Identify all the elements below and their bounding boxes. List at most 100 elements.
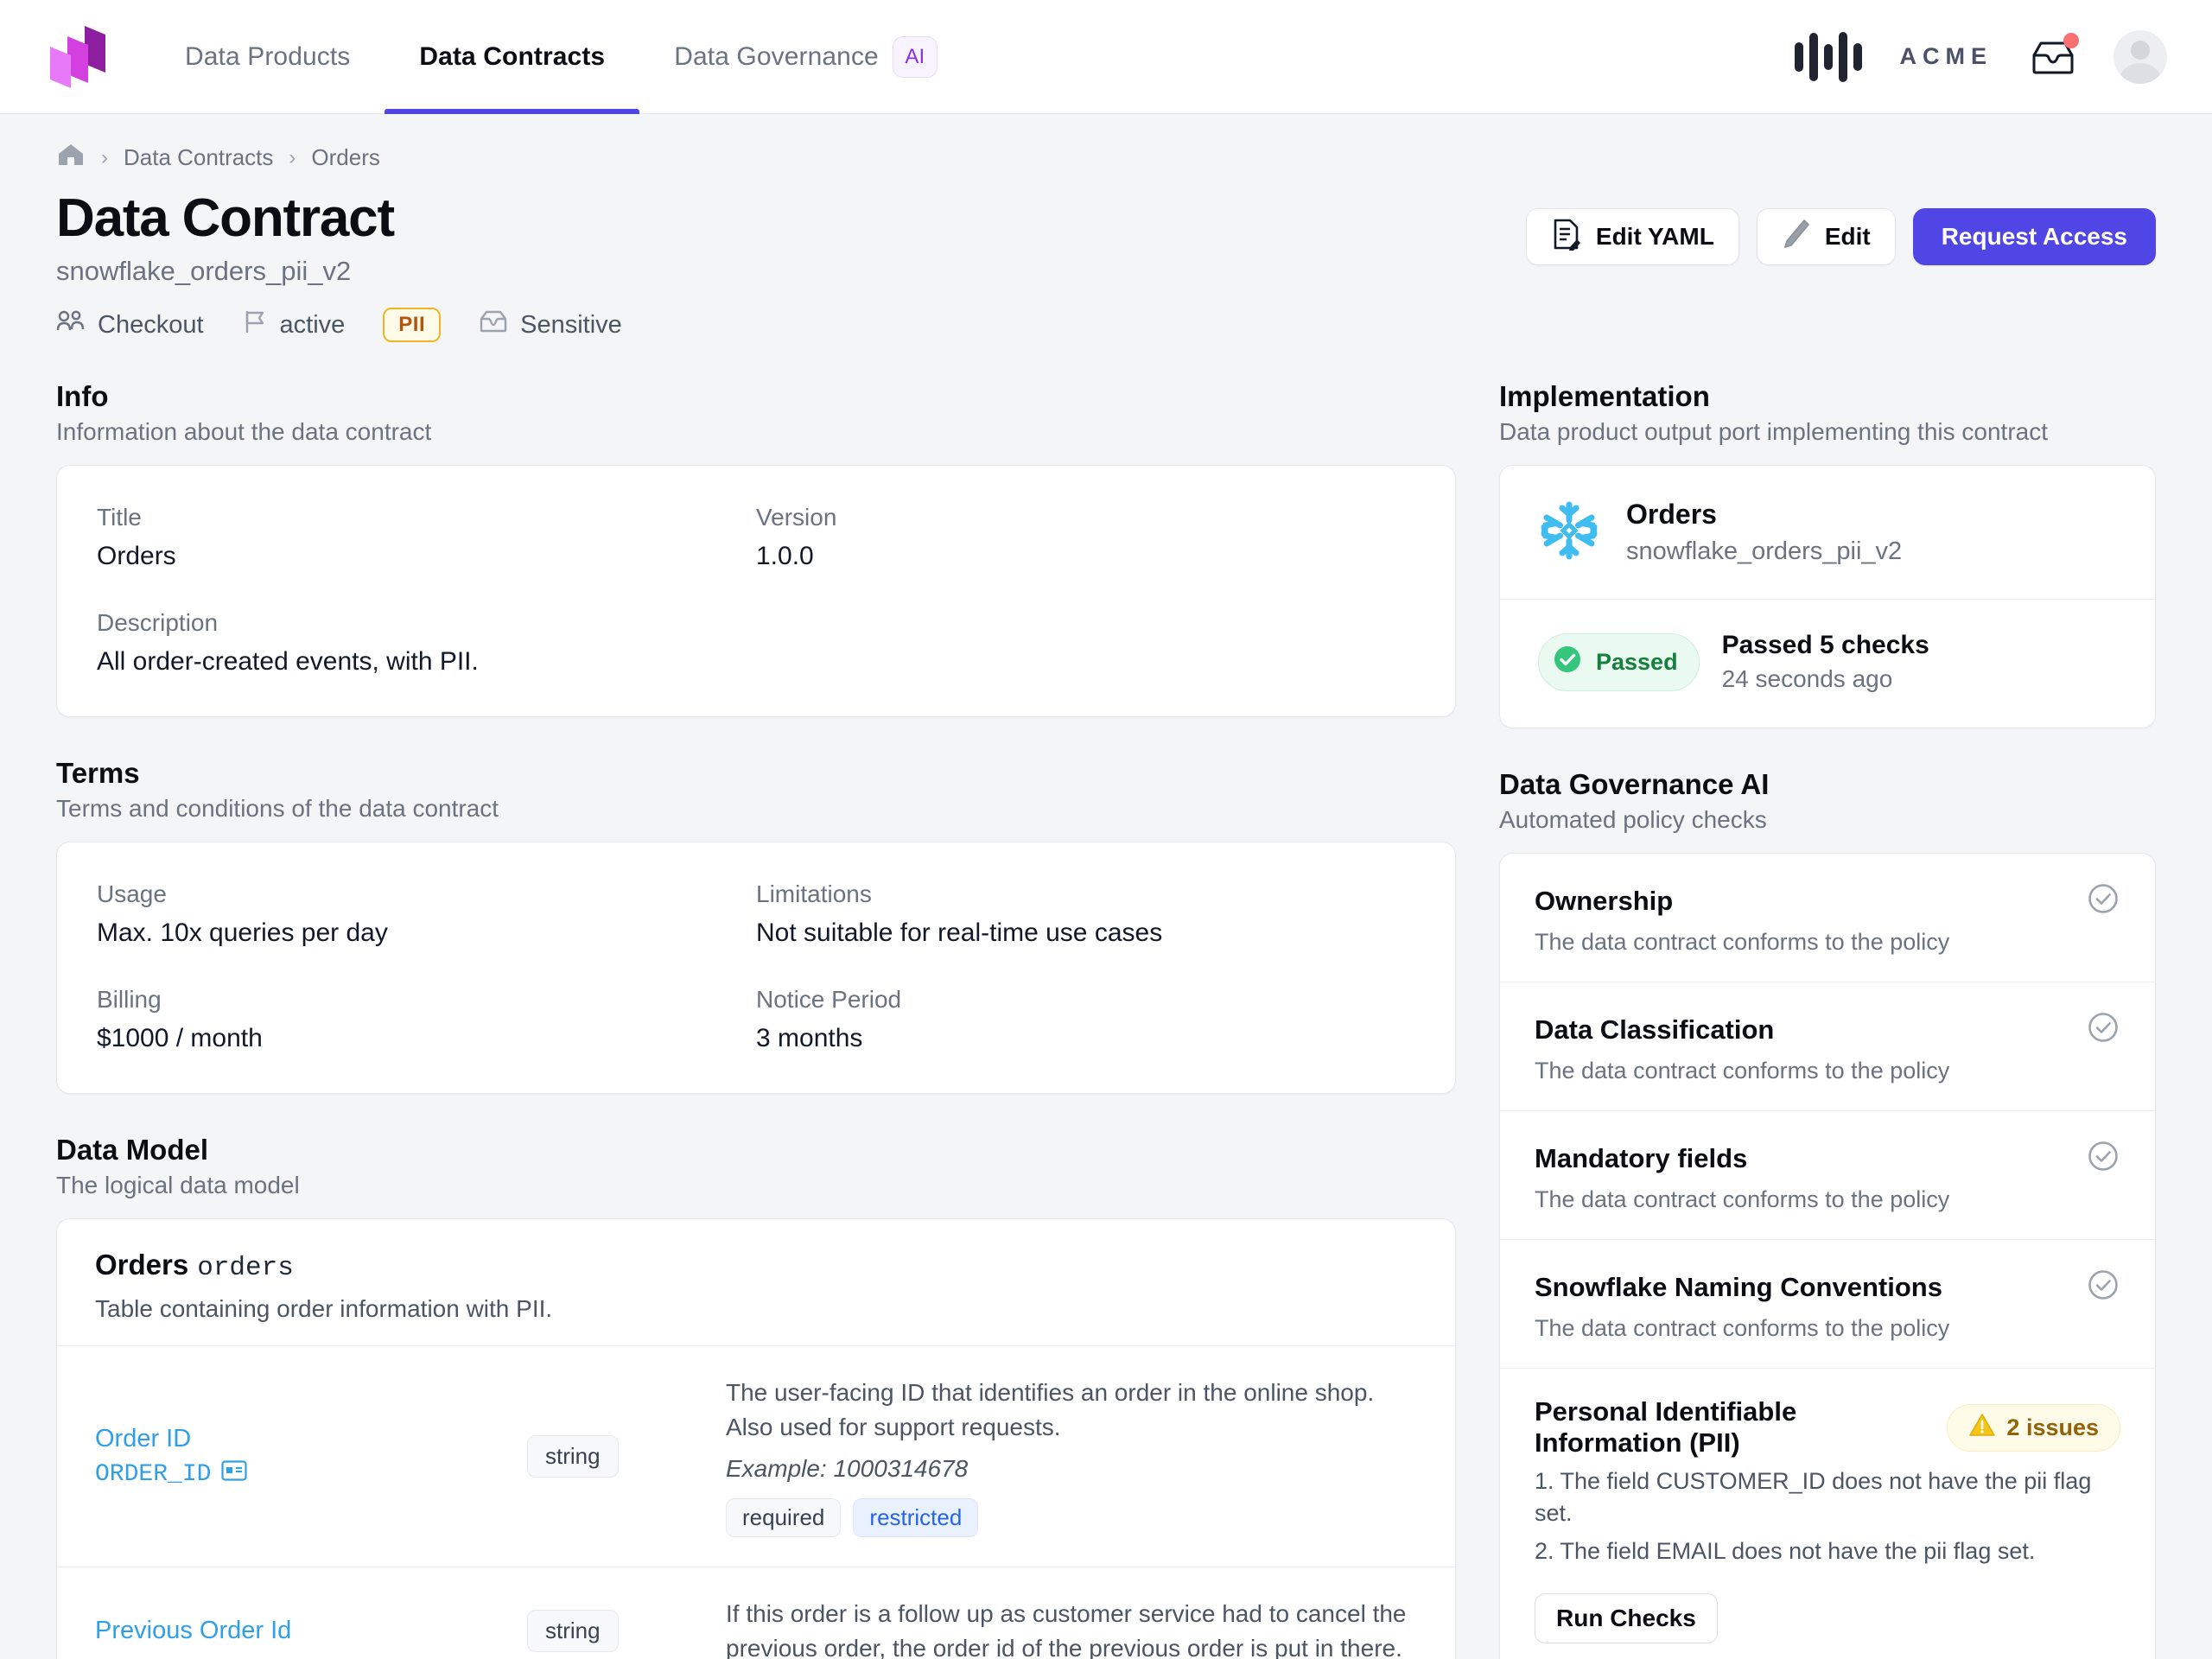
field-name-cell: Order ID ORDER_ID	[95, 1376, 501, 1537]
check-circle-icon	[2086, 1268, 2120, 1306]
field-value: All order-created events, with PII.	[97, 647, 479, 677]
check-name: Snowflake Naming Conventions	[1535, 1271, 1942, 1302]
implementation-section-title: Implementation	[1499, 380, 1710, 413]
run-checks-button[interactable]: Run Checks	[1535, 1592, 1718, 1643]
people-icon	[56, 310, 86, 340]
check-circle-filled-icon	[1551, 643, 1584, 682]
governance-check-mandatory-fields[interactable]: Mandatory fields The data contract confo…	[1500, 1111, 2155, 1241]
breadcrumb-item-orders[interactable]: Orders	[311, 144, 379, 171]
nav-item-data-contracts[interactable]: Data Contracts	[385, 0, 640, 114]
left-column: Info Information about the data contract…	[56, 380, 1456, 1659]
implementation-card: Orders snowflake_orders_pii_v2 Passed Pa…	[1499, 465, 2156, 729]
terms-section-title: Terms	[56, 757, 140, 790]
snowflake-icon	[1538, 499, 1600, 566]
sensitivity-label: Sensitive	[520, 310, 622, 339]
field-type-cell: string	[527, 1597, 700, 1659]
inbox-icon[interactable]	[2031, 32, 2079, 76]
check-header: Snowflake Naming Conventions	[1535, 1268, 2120, 1306]
edit-label: Edit	[1824, 223, 1871, 250]
breadcrumb: › Data Contracts › Orders	[56, 142, 2156, 174]
check-header: Personal Identifiable Information (PII)	[1535, 1396, 2120, 1459]
top-navigation-bar: Data Products Data Contracts Data Govern…	[0, 0, 2212, 114]
check-circle-icon	[2086, 1010, 2120, 1049]
check-header: Ownership	[1535, 881, 2120, 920]
info-fields: Title Orders Version 1.0.0 Description A…	[57, 466, 1455, 716]
field-label: Description	[97, 609, 219, 637]
checks-status: Passed Passed 5 checks 24 seconds ago	[1500, 600, 2155, 728]
terms-section: Terms Terms and conditions of the data c…	[56, 757, 1456, 1095]
field-label: Billing	[97, 986, 162, 1014]
logo-icon[interactable]	[45, 22, 111, 92]
nav-item-data-products[interactable]: Data Products	[150, 0, 385, 114]
data-model-card: Orders orders Table containing order info…	[56, 1218, 1456, 1659]
breadcrumb-separator: ›	[101, 145, 108, 169]
field-name-cell: Previous Order Id	[95, 1597, 501, 1659]
avatar-head	[2131, 40, 2150, 60]
status-badge-pii: PII	[383, 308, 442, 343]
home-icon[interactable]	[56, 142, 86, 174]
info-card: Title Orders Version 1.0.0 Description A…	[56, 465, 1456, 718]
table-row[interactable]: Previous Order Id string If this order i…	[57, 1567, 1455, 1659]
ai-badge: AI	[892, 35, 938, 78]
soundwave-icon	[1794, 31, 1862, 82]
nav-item-data-governance[interactable]: Data Governance AI	[639, 0, 972, 114]
request-access-button[interactable]: Request Access	[1912, 208, 2156, 265]
page-title: Data Contract	[56, 188, 395, 248]
breadcrumb-item-data-contracts[interactable]: Data Contracts	[124, 144, 273, 171]
nav-label: Data Governance	[674, 41, 879, 71]
edit-button[interactable]: Edit	[1756, 208, 1896, 265]
output-port[interactable]: Orders snowflake_orders_pii_v2	[1500, 466, 2155, 601]
governance-check-data-classification[interactable]: Data Classification The data contract co…	[1500, 982, 2155, 1112]
check-name: Mandatory fields	[1535, 1142, 1748, 1173]
governance-check-pii[interactable]: Personal Identifiable Information (PII)	[1500, 1369, 2155, 1659]
team-label: Checkout	[98, 310, 204, 339]
field-tags: required restricted	[726, 1497, 1417, 1537]
request-access-label: Request Access	[1941, 223, 2127, 250]
notification-dot	[2063, 32, 2079, 48]
field-type-pill: string	[527, 1610, 619, 1653]
pencil-icon	[1782, 219, 1811, 256]
governance-check-ownership[interactable]: Ownership The data contract conforms to …	[1500, 854, 2155, 983]
main-nav: Data Products Data Contracts Data Govern…	[150, 0, 972, 114]
check-header: Mandatory fields	[1535, 1139, 2120, 1178]
field-value: Not suitable for real-time use cases	[756, 918, 1163, 948]
page-subtitle: snowflake_orders_pii_v2	[56, 256, 352, 287]
terms-field-billing: Billing $1000 / month	[97, 986, 756, 1053]
data-model-table-header: Orders orders Table containing order info…	[57, 1219, 1455, 1347]
field-tag-restricted: restricted	[853, 1497, 979, 1537]
field-label: Notice Period	[756, 986, 902, 1014]
governance-check-snowflake-naming-conventions[interactable]: Snowflake Naming Conventions The data co…	[1500, 1240, 2155, 1370]
data-model-section-subtitle: The logical data model	[56, 1172, 300, 1199]
passed-label: Passed	[1596, 648, 1678, 675]
check-header: Data Classification	[1535, 1010, 2120, 1049]
id-card-icon	[221, 1459, 248, 1489]
field-display-name[interactable]: Previous Order Id	[95, 1617, 501, 1645]
checks-timestamp: 24 seconds ago	[1721, 665, 1893, 693]
field-description: The user-facing ID that identifies an or…	[726, 1379, 1375, 1441]
brand-wordmark: ACME	[1899, 43, 1993, 69]
field-value: 1.0.0	[756, 542, 814, 571]
avatar[interactable]	[2113, 29, 2167, 84]
field-tag-required: required	[726, 1497, 842, 1537]
edit-yaml-button[interactable]: Edit YAML	[1525, 208, 1739, 265]
status-chip: active	[242, 308, 346, 341]
check-circle-icon	[2086, 881, 2120, 920]
team-chip: Checkout	[56, 310, 204, 340]
table-physical-name: orders	[197, 1253, 294, 1284]
terms-field-limitations: Limitations Not suitable for real-time u…	[756, 880, 1415, 948]
issue-item: 1. The field CUSTOMER_ID does not have t…	[1535, 1468, 2092, 1526]
terms-card: Usage Max. 10x queries per day Limitatio…	[56, 842, 1456, 1095]
nav-label: Data Contracts	[419, 41, 606, 71]
right-column: Implementation Data product output port …	[1499, 380, 2156, 1659]
field-type-pill: string	[527, 1435, 619, 1478]
governance-section-title: Data Governance AI	[1499, 768, 1770, 801]
table-row[interactable]: Order ID ORDER_ID string The user-facing…	[57, 1346, 1455, 1567]
sensitivity-chip: Sensitive	[479, 308, 622, 341]
info-section-subtitle: Information about the data contract	[56, 418, 432, 446]
field-column-label: ORDER_ID	[95, 1460, 212, 1488]
field-display-name[interactable]: Order ID	[95, 1425, 501, 1453]
status-label: active	[279, 310, 346, 339]
field-label: Title	[97, 504, 142, 531]
content-columns: Info Information about the data contract…	[56, 380, 2156, 1659]
edit-yaml-label: Edit YAML	[1595, 223, 1714, 250]
